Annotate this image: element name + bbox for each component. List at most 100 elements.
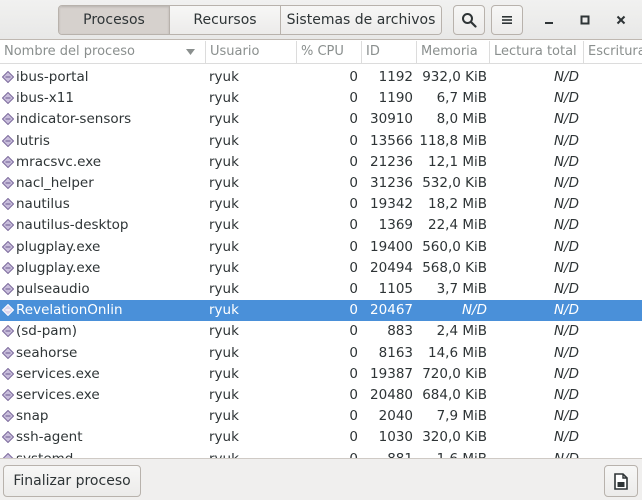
process-user: ryuk (209, 323, 239, 340)
process-read-total: N/D (553, 69, 579, 85)
process-name: nacl_helper (16, 175, 94, 191)
process-executable-icon (2, 304, 14, 317)
properties-button[interactable] (604, 465, 638, 497)
close-icon (616, 15, 626, 25)
process-read-total: N/D (553, 196, 579, 213)
process-row[interactable]: pulseaudio ryuk 0 1105 3,7 MiB N/D (0, 279, 642, 300)
process-name: plugplay.exe (16, 259, 101, 276)
process-executable-icon (2, 71, 14, 83)
process-memory: 6,7 MiB (436, 90, 487, 107)
process-user: ryuk (209, 365, 239, 382)
process-user: ryuk (209, 175, 239, 191)
column-header-name[interactable]: Nombre del proceso (0, 41, 206, 63)
hamburger-menu-icon (502, 16, 512, 24)
process-memory: 7,9 MiB (436, 408, 487, 425)
process-id: 20494 (370, 259, 413, 276)
process-row[interactable]: RevelationOnlin ryuk 0 20467 N/D N/D (0, 300, 642, 322)
process-name: (sd-pam) (16, 323, 78, 340)
process-read-total: N/D (553, 217, 579, 234)
process-row[interactable]: indicator-sensors ryuk 0 30910 8,0 MiB N/D (0, 109, 642, 130)
process-memory: 118,8 MiB (419, 132, 487, 149)
column-header-label: Nombre del proceso (4, 44, 135, 59)
column-header-read-total[interactable]: Lectura total (490, 41, 584, 63)
process-id: 1030 (378, 429, 413, 446)
process-read-total: N/D (553, 90, 579, 107)
maximize-button[interactable] (575, 10, 595, 30)
process-memory: 1,6 MiB (417, 449, 487, 458)
process-row[interactable]: nautilus ryuk 0 19342 18,2 MiB N/D (0, 194, 642, 215)
process-user: ryuk (209, 344, 239, 361)
column-header-user[interactable]: Usuario (206, 41, 297, 63)
process-cpu: 0 (349, 132, 358, 149)
process-read-total: N/D (553, 132, 579, 149)
tab-recursos[interactable]: Recursos (170, 6, 281, 34)
tab-procesos[interactable]: Procesos (59, 6, 170, 34)
process-name: ibus-portal (16, 69, 89, 85)
sort-descending-icon (186, 49, 195, 55)
process-memory: 22,4 MiB (427, 217, 487, 234)
column-header-memory[interactable]: Memoria (417, 41, 490, 63)
process-row[interactable]: plugplay.exe ryuk 0 19400 560,0 KiB N/D (0, 237, 642, 258)
search-button[interactable] (453, 5, 485, 35)
process-user: ryuk (209, 238, 239, 255)
process-executable-icon (2, 261, 14, 274)
process-user: ryuk (209, 90, 239, 107)
header-bar: Procesos Recursos Sistemas de archivos (0, 0, 642, 40)
process-row[interactable]: ssh-agent ryuk 0 1030 320,0 KiB N/D (0, 427, 642, 448)
close-button[interactable] (611, 10, 631, 30)
process-row[interactable]: ibus-x11 ryuk 0 1190 6,7 MiB N/D (0, 88, 642, 109)
process-memory: 14,6 MiB (427, 344, 487, 361)
process-cpu: 0 (349, 281, 358, 297)
end-process-button[interactable]: Finalizar proceso (3, 465, 141, 497)
process-executable-icon (2, 155, 14, 168)
process-user: ryuk (209, 196, 239, 213)
process-row[interactable]: systemd ryuk 0 881 1,6 MiBN/D (0, 449, 642, 458)
process-cpu: 0 (349, 365, 358, 382)
process-executable-icon (2, 113, 14, 126)
process-memory: 320,0 KiB (422, 429, 487, 446)
process-executable-icon (2, 198, 14, 211)
process-name: nautilus-desktop (16, 217, 129, 234)
process-executable-icon (2, 325, 14, 338)
process-id: 1105 (378, 281, 413, 297)
process-name: seahorse (16, 344, 78, 361)
process-row[interactable]: mracsvc.exe ryuk 0 21236 12,1 MiB N/D (0, 152, 642, 173)
process-cpu: 0 (349, 69, 358, 85)
process-memory: 560,0 KiB (422, 238, 487, 255)
process-memory: 568,0 KiB (422, 259, 487, 276)
process-executable-icon (2, 240, 14, 253)
process-id: 13566 (370, 132, 413, 149)
process-name: plugplay.exe (16, 238, 101, 255)
minimize-button[interactable] (539, 10, 559, 30)
process-read-total: N/D (553, 408, 579, 425)
process-name: ssh-agent (16, 429, 83, 446)
process-read-total: N/D (553, 302, 579, 319)
process-row[interactable]: lutris ryuk 0 13566 118,8 MiB N/D (0, 131, 642, 152)
process-row[interactable]: (sd-pam) ryuk 0 883 2,4 MiB N/D (0, 321, 642, 342)
process-row[interactable]: seahorse ryuk 0 8163 14,6 MiB N/D (0, 343, 642, 364)
process-row[interactable]: snap ryuk 0 2040 7,9 MiB N/D (0, 406, 642, 427)
process-cpu: 0 (349, 153, 358, 170)
process-user: ryuk (209, 281, 239, 297)
process-id: 1369 (378, 217, 413, 234)
column-header-id[interactable]: ID (362, 41, 417, 63)
process-row[interactable]: ibus-portal ryuk 0 1192 932,0 KiB N/D (0, 67, 642, 88)
tab-sistemas-de-archivos[interactable]: Sistemas de archivos (281, 6, 441, 34)
system-monitor-window: Procesos Recursos Sistemas de archivos N… (0, 0, 642, 500)
menu-button[interactable] (491, 5, 523, 35)
action-bar: Finalizar proceso (0, 458, 642, 500)
process-row[interactable]: plugplay.exe ryuk 0 20494 568,0 KiB N/D (0, 258, 642, 279)
process-read-total: N/D (553, 323, 579, 340)
process-id: 1192 (378, 69, 413, 85)
process-row[interactable]: services.exe ryuk 0 20480 684,0 KiB N/D (0, 385, 642, 406)
column-header-write[interactable]: Escritura (584, 41, 642, 63)
process-memory: 3,7 MiB (436, 281, 487, 297)
process-row[interactable]: nautilus-desktop ryuk 0 1369 22,4 MiB N/D (0, 215, 642, 236)
column-header-cpu[interactable]: % CPU (297, 41, 362, 63)
process-cpu: 0 (349, 238, 358, 255)
process-row[interactable]: services.exe ryuk 0 19387 720,0 KiB N/D (0, 364, 642, 385)
process-user: ryuk (209, 429, 239, 446)
process-row[interactable]: nacl_helper ryuk 0 31236 532,0 KiB N/D (0, 173, 642, 194)
process-cpu: 0 (297, 449, 358, 458)
maximize-icon (580, 15, 590, 25)
